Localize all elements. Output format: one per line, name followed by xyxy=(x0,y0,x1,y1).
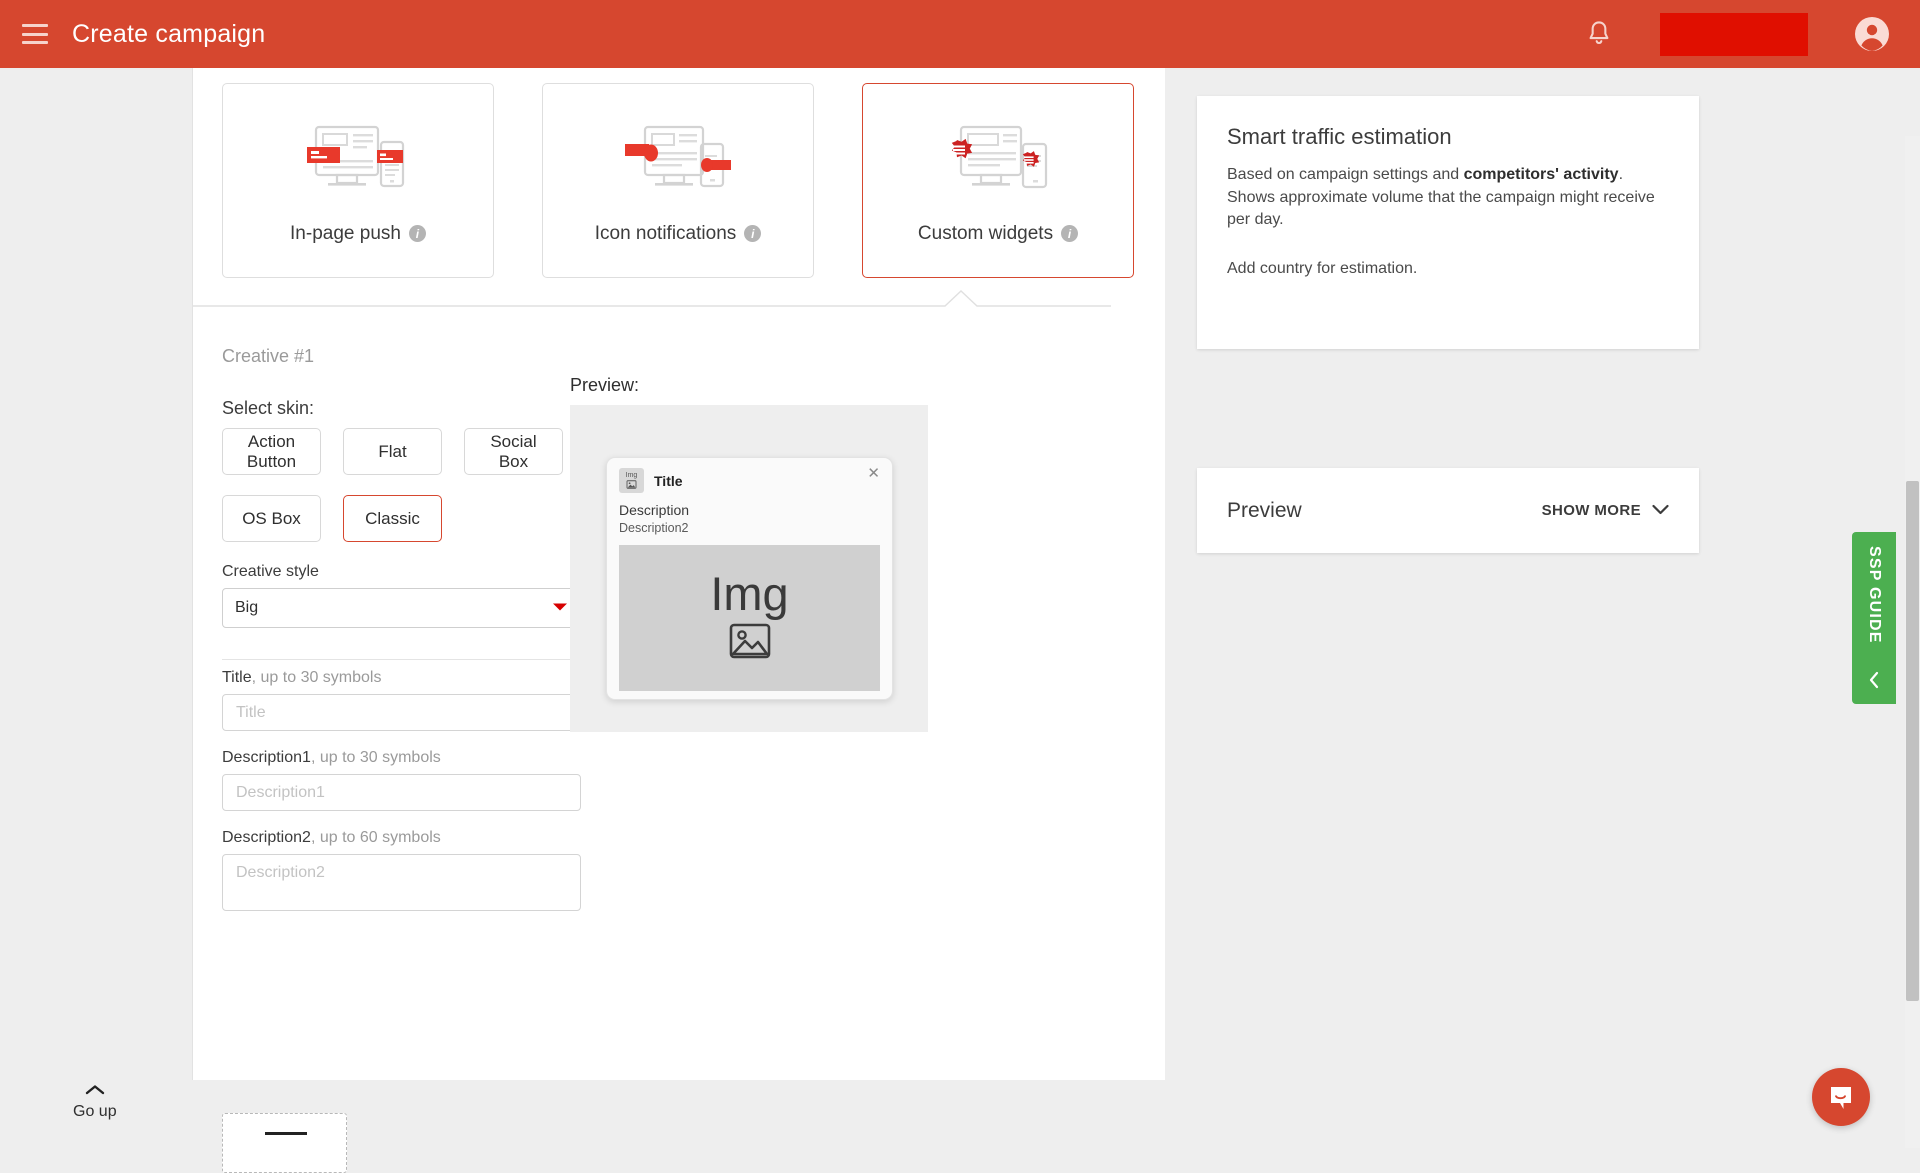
skin-row-1: Action Button Flat Social Box xyxy=(222,428,563,475)
preview-panel-title: Preview xyxy=(1227,498,1302,522)
creative-type-label: Icon notifications i xyxy=(595,223,762,245)
creative-number-label: Creative #1 xyxy=(222,346,315,366)
chevron-down-icon xyxy=(1652,502,1669,519)
image-placeholder-icon xyxy=(729,623,771,664)
select-skin-label: Select skin: xyxy=(222,398,315,418)
chevron-up-icon xyxy=(85,1083,105,1101)
creative-type-in-page-push[interactable]: In-page push i xyxy=(222,83,494,278)
creative-type-custom-widgets[interactable]: Custom widgets i xyxy=(862,83,1134,278)
redacted-balance-block[interactable] xyxy=(1660,12,1808,56)
chevron-left-icon xyxy=(1867,671,1881,694)
show-more-button[interactable]: SHOW MORE xyxy=(1542,502,1669,519)
preview-panel-card: Preview SHOW MORE xyxy=(1197,468,1699,553)
app-header: Create campaign xyxy=(0,0,1920,68)
widget-preview: Img Title ✕ Description Description2 Img xyxy=(606,457,893,700)
smart-traffic-bold-phrase: competitors' activity xyxy=(1463,166,1619,183)
ssp-guide-label: SSP GUIDE xyxy=(1866,546,1883,644)
skin-button-classic[interactable]: Classic xyxy=(343,495,442,542)
widget-title: Title xyxy=(654,472,683,489)
smart-traffic-description: Based on campaign settings and competito… xyxy=(1227,166,1655,229)
selected-card-pointer xyxy=(193,290,1111,307)
chat-bubble-icon[interactable] xyxy=(1812,1068,1870,1126)
upload-icon xyxy=(265,1132,307,1135)
info-icon[interactable]: i xyxy=(744,225,762,242)
preview-column-label: Preview: xyxy=(570,375,640,395)
description2-field-group: Description2, up to 60 symbols Descripti… xyxy=(222,829,581,911)
description1-field-group: Description1, up to 30 symbols Descripti… xyxy=(222,749,581,811)
page-title: Create campaign xyxy=(72,19,266,48)
widget-image-placeholder: Img xyxy=(619,545,880,691)
creative-style-select[interactable]: Big xyxy=(222,588,581,628)
creative-type-label: Custom widgets i xyxy=(918,223,1079,245)
description2-label: Description2, up to 60 symbols xyxy=(222,829,441,846)
description2-textarea[interactable]: Description2 xyxy=(222,854,581,911)
smart-traffic-title: Smart traffic estimation xyxy=(1227,124,1452,149)
widget-image-text: Img xyxy=(710,567,789,621)
page-body: In-page push i Icon notifications i Cust… xyxy=(0,68,1920,1173)
go-up-label: Go up xyxy=(73,1103,117,1120)
smart-traffic-estimation-card: Smart traffic estimation Based on campai… xyxy=(1197,96,1699,349)
icon-notifications-illustration xyxy=(623,117,733,209)
image-upload-dropzone[interactable] xyxy=(222,1113,347,1173)
skin-button-social-box[interactable]: Social Box xyxy=(464,428,563,475)
smart-traffic-hint: Add country for estimation. xyxy=(1227,260,1418,278)
preview-stage: Img Title ✕ Description Description2 Img xyxy=(570,405,928,732)
custom-widgets-illustration xyxy=(943,117,1053,209)
go-up-button[interactable]: Go up xyxy=(73,1083,117,1121)
widget-description: Description xyxy=(619,502,690,518)
show-more-label: SHOW MORE xyxy=(1541,502,1641,519)
left-gutter xyxy=(0,68,193,1080)
in-page-push-illustration xyxy=(303,117,413,209)
notification-bell-icon[interactable] xyxy=(1576,11,1622,57)
creative-type-cards: In-page push i Icon notifications i Cust… xyxy=(222,83,1134,278)
creative-type-label: In-page push i xyxy=(290,223,426,245)
creative-style-value: Big xyxy=(235,599,259,616)
skin-button-flat[interactable]: Flat xyxy=(343,428,442,475)
header-actions xyxy=(1576,11,1920,57)
main-content-panel: In-page push i Icon notifications i Cust… xyxy=(193,68,1165,1173)
page-scrollbar-thumb[interactable] xyxy=(1906,481,1919,1001)
hamburger-menu-icon[interactable] xyxy=(22,24,48,44)
title-label: Title, up to 30 symbols xyxy=(222,669,382,686)
skin-button-action-button[interactable]: Action Button xyxy=(222,428,321,475)
skin-button-os-box[interactable]: OS Box xyxy=(222,495,321,542)
info-icon[interactable]: i xyxy=(408,225,426,242)
creative-type-icon-notifications[interactable]: Icon notifications i xyxy=(542,83,814,278)
title-field-group: Title, up to 30 symbols Title xyxy=(222,669,581,731)
page-scrollbar-track[interactable] xyxy=(1905,136,1920,1148)
avatar[interactable] xyxy=(1850,12,1894,56)
ssp-guide-tab[interactable]: SSP GUIDE xyxy=(1852,532,1896,704)
title-input[interactable]: Title xyxy=(222,694,581,731)
close-icon[interactable]: ✕ xyxy=(867,466,880,481)
image-placeholder-icon: Img xyxy=(619,468,644,493)
info-icon[interactable]: i xyxy=(1061,225,1079,242)
caret-down-icon xyxy=(552,599,568,617)
creative-style-field: Creative style Big xyxy=(222,563,581,628)
form-divider xyxy=(222,659,581,660)
creative-style-label: Creative style xyxy=(222,563,319,580)
widget-description2: Description2 xyxy=(619,521,689,535)
description1-label: Description1, up to 30 symbols xyxy=(222,749,441,766)
skin-row-2: OS Box Classic xyxy=(222,495,442,542)
widget-header: Img Title ✕ xyxy=(619,466,880,493)
description1-input[interactable]: Description1 xyxy=(222,774,581,811)
